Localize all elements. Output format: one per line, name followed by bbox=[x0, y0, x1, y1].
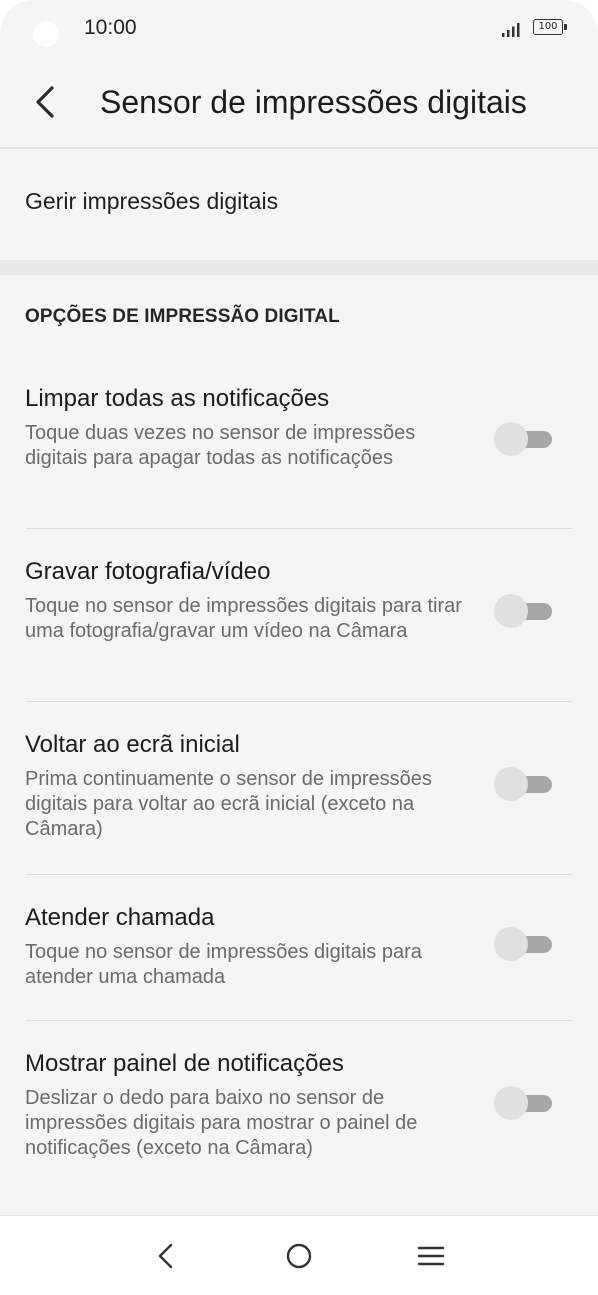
nav-back-icon[interactable] bbox=[148, 1238, 184, 1274]
signal-icon bbox=[502, 23, 520, 37]
toggle-show-notification-panel[interactable] bbox=[494, 1086, 556, 1120]
option-title: Voltar ao ecrã inicial bbox=[25, 731, 240, 758]
navigation-bar bbox=[0, 1215, 598, 1295]
divider bbox=[26, 874, 572, 875]
toggle-capture-photo-video[interactable] bbox=[494, 594, 556, 628]
battery-icon: 100 bbox=[533, 19, 569, 37]
status-bar: 10:00 100 bbox=[0, 0, 598, 58]
manage-fingerprints-item[interactable]: Gerir impressões digitais bbox=[0, 149, 598, 260]
option-title: Mostrar painel de notificações bbox=[25, 1050, 344, 1077]
toggle-back-to-home[interactable] bbox=[494, 767, 556, 801]
divider bbox=[26, 701, 572, 702]
app-header: Sensor de impressões digitais bbox=[0, 58, 598, 148]
option-description: Prima continuamente o sensor de impressõ… bbox=[25, 768, 432, 840]
divider bbox=[26, 528, 572, 529]
option-description: Toque no sensor de impressões digitais p… bbox=[25, 595, 462, 642]
toggle-answer-call[interactable] bbox=[494, 927, 556, 961]
divider bbox=[26, 1020, 572, 1021]
status-time: 10:00 bbox=[84, 16, 137, 39]
section-separator bbox=[0, 260, 598, 275]
option-title: Atender chamada bbox=[25, 904, 215, 931]
option-title: Gravar fotografia/vídeo bbox=[25, 558, 271, 585]
section-header: OPÇÕES DE IMPRESSÃO DIGITAL bbox=[25, 306, 340, 327]
nav-menu-icon[interactable] bbox=[413, 1238, 449, 1274]
settings-screen: 10:00 100 Sensor de impressões digitais … bbox=[0, 0, 598, 1295]
option-description: Toque duas vezes no sensor de impressões… bbox=[25, 422, 416, 469]
toggle-clear-notifications[interactable] bbox=[494, 422, 556, 456]
camera-cutout bbox=[33, 21, 59, 47]
nav-home-icon[interactable] bbox=[281, 1238, 317, 1274]
battery-level: 100 bbox=[533, 19, 563, 35]
page-title: Sensor de impressões digitais bbox=[100, 84, 527, 120]
manage-fingerprints-label: Gerir impressões digitais bbox=[25, 188, 279, 214]
option-description: Toque no sensor de impressões digitais p… bbox=[25, 941, 422, 988]
option-description: Deslizar o dedo para baixo no sensor de … bbox=[25, 1087, 418, 1159]
option-title: Limpar todas as notificações bbox=[25, 385, 330, 412]
chevron-left-icon[interactable] bbox=[30, 82, 58, 122]
